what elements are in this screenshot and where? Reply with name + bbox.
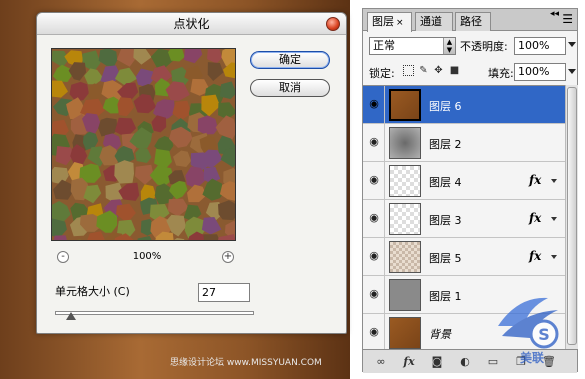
visibility-toggle[interactable]: ◉ <box>363 86 385 124</box>
layer-thumbnail <box>389 89 421 121</box>
layer-thumbnail <box>389 165 421 197</box>
lock-label: 锁定: <box>369 67 395 80</box>
panel-tab-bar: 图层 × 通道 路径 ◂◂ ☰ <box>363 9 577 32</box>
fx-icon[interactable]: fx <box>529 249 541 263</box>
close-icon[interactable] <box>326 17 340 31</box>
tab-layers[interactable]: 图层 × <box>367 12 412 32</box>
panel-menu-icon[interactable]: ☰ <box>562 13 573 25</box>
brush-icon[interactable]: ✎ <box>418 65 429 76</box>
cancel-button[interactable]: 取消 <box>250 79 330 97</box>
eye-icon: ◉ <box>369 211 379 224</box>
mask-icon[interactable]: ◙ <box>429 354 445 370</box>
tab-layers-label: 图层 <box>372 15 394 28</box>
layer-thumbnail <box>389 279 421 311</box>
tab-channels[interactable]: 通道 <box>415 12 453 31</box>
visibility-toggle[interactable]: ◉ <box>363 238 385 276</box>
ok-button[interactable]: 确定 <box>250 51 330 69</box>
layer-thumbnail <box>389 317 421 349</box>
link-icon[interactable]: ∞ <box>373 354 389 370</box>
blend-mode-select[interactable]: 正常 ▲ ▼ <box>369 37 456 55</box>
watermark-text: 思缘设计论坛 www.MISSYUAN.COM <box>170 358 322 368</box>
dialog-title: 点状化 <box>173 17 210 31</box>
tab-paths-label: 路径 <box>460 15 482 28</box>
layer-name: 图层 5 <box>429 252 462 265</box>
chevron-down-icon[interactable] <box>551 217 557 221</box>
layer-row[interactable]: ◉ 图层 2 <box>363 124 565 162</box>
lock-transparency-icon[interactable] <box>403 65 414 76</box>
layer-row[interactable]: ◉ 图层 4 fx <box>363 162 565 200</box>
visibility-toggle[interactable]: ◉ <box>363 200 385 238</box>
layer-name: 图层 4 <box>429 176 462 189</box>
layer-name: 背景 <box>429 328 451 341</box>
opacity-input[interactable]: 100% <box>514 37 566 55</box>
svg-text:S: S <box>538 325 550 344</box>
visibility-toggle[interactable]: ◉ <box>363 124 385 162</box>
fill-input[interactable]: 100% <box>514 63 566 81</box>
layer-name: 图层 2 <box>429 138 462 151</box>
layer-name: 图层 6 <box>429 100 462 113</box>
lock-icon[interactable]: ■ <box>449 65 460 76</box>
eye-icon: ◉ <box>369 173 379 186</box>
layer-thumbnail <box>389 241 421 273</box>
blend-mode-value: 正常 <box>373 39 395 52</box>
chevron-down-icon[interactable] <box>551 255 557 259</box>
pointillize-preview-image <box>52 49 235 240</box>
adjustment-icon[interactable]: ◐ <box>457 354 473 370</box>
filter-preview[interactable] <box>51 48 236 241</box>
visibility-toggle[interactable]: ◉ <box>363 162 385 200</box>
chevron-down-icon[interactable] <box>568 42 576 47</box>
pointillize-dialog: 点状化 确定 取消 - 100% + 单元格大小 (C) 27 <box>36 12 347 334</box>
fx-icon[interactable]: fx <box>529 173 541 187</box>
zoom-out-button[interactable]: - <box>57 251 69 263</box>
close-icon[interactable]: × <box>396 18 404 28</box>
visibility-toggle[interactable]: ◉ <box>363 314 385 349</box>
eye-icon: ◉ <box>369 135 379 148</box>
opacity-label: 不透明度: <box>460 40 508 53</box>
chevron-down-icon[interactable] <box>551 179 557 183</box>
eye-icon: ◉ <box>369 249 379 262</box>
chevron-down-icon[interactable] <box>568 69 576 74</box>
updown-arrow-icon: ▲ ▼ <box>443 38 455 54</box>
zoom-level: 100% <box>132 251 162 262</box>
fx-icon[interactable]: fx <box>529 211 541 225</box>
layer-row[interactable]: ◉ 图层 6 <box>363 86 565 124</box>
cell-size-slider-track[interactable] <box>55 311 254 315</box>
visibility-toggle[interactable]: ◉ <box>363 276 385 314</box>
layer-name: 图层 1 <box>429 290 462 303</box>
layer-row[interactable]: ◉ 图层 3 fx <box>363 200 565 238</box>
zoom-in-button[interactable]: + <box>222 251 234 263</box>
layer-thumbnail <box>389 203 421 235</box>
tab-paths[interactable]: 路径 <box>455 12 491 31</box>
cell-size-input[interactable]: 27 <box>198 283 250 302</box>
eye-icon: ◉ <box>369 97 379 110</box>
fill-label: 填充: <box>488 67 514 80</box>
dialog-title-bar: 点状化 <box>37 13 346 35</box>
svg-text:美联: 美联 <box>520 350 544 365</box>
eye-icon: ◉ <box>369 325 379 338</box>
move-icon[interactable]: ✥ <box>433 65 444 76</box>
add-style-icon[interactable]: fx <box>401 354 417 370</box>
tab-channels-label: 通道 <box>420 15 442 28</box>
cell-size-slider-thumb[interactable] <box>66 312 76 320</box>
forum-logo-watermark: S 美联 <box>498 297 559 365</box>
layer-thumbnail <box>389 127 421 159</box>
collapse-icon[interactable]: ◂◂ <box>550 9 559 19</box>
layer-row[interactable]: ◉ 图层 5 fx <box>363 238 565 276</box>
cell-size-label: 单元格大小 (C) <box>55 285 130 298</box>
layer-name: 图层 3 <box>429 214 462 227</box>
eye-icon: ◉ <box>369 287 379 300</box>
